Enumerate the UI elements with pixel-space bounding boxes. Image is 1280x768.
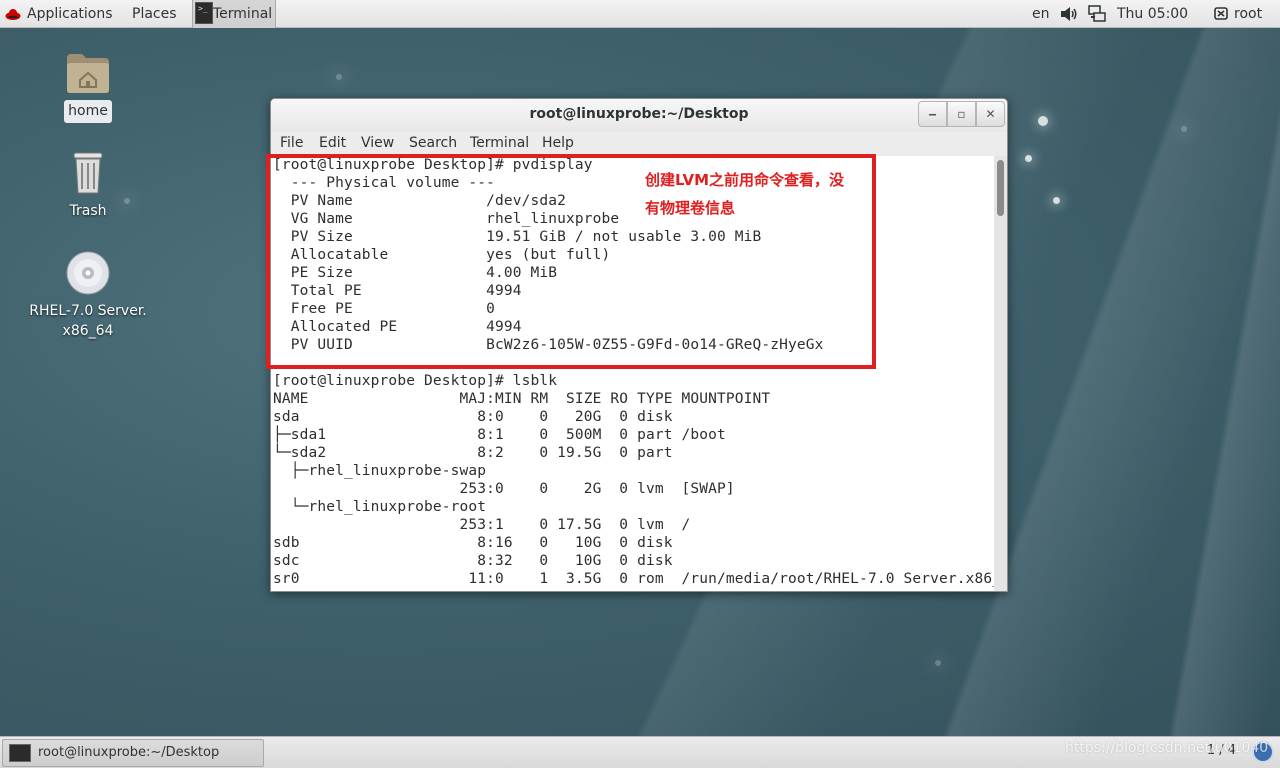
- places-menu[interactable]: Places: [132, 0, 177, 28]
- top-panel: Applications Places Terminal en Thu 05:0…: [0, 0, 1280, 28]
- terminal-line: └─rhel_linuxprobe-root: [273, 499, 487, 515]
- close-button[interactable]: ✕: [976, 101, 1005, 127]
- window-title: root@linuxprobe:~/Desktop: [529, 106, 749, 122]
- user-menu[interactable]: root: [1234, 0, 1262, 28]
- menubar: File Edit View Search Terminal Help: [271, 132, 1007, 156]
- terminal-line: 253:1 0 17.5G 0 lvm /: [273, 517, 691, 533]
- taskbar-label: root@linuxprobe:~/Desktop: [38, 745, 220, 760]
- menu-search[interactable]: Search: [409, 135, 457, 151]
- annotation-line-1: 创建LVM之前用命令查看，没: [645, 171, 845, 189]
- desktop-icon-trash[interactable]: Trash: [58, 150, 118, 223]
- background-glow-dot: [1053, 197, 1060, 204]
- active-app-label: Terminal: [213, 6, 273, 22]
- terminal-line: sda 8:0 0 20G 0 disk: [273, 409, 673, 425]
- desktop-icon-rhel-dvd[interactable]: RHEL-7.0 Server. x86_64: [20, 250, 156, 342]
- desktop-icon-home[interactable]: home: [58, 50, 118, 123]
- network-icon[interactable]: [1088, 5, 1106, 23]
- volume-icon[interactable]: [1060, 6, 1078, 22]
- annotation-line-2: 有物理卷信息: [645, 199, 736, 217]
- background-faint-dot: [935, 660, 941, 666]
- maximize-button[interactable]: ▫: [947, 101, 976, 127]
- menu-help[interactable]: Help: [542, 135, 574, 151]
- terminal-line: └─sda2 8:2 0 19.5G 0 part: [273, 445, 673, 461]
- menu-edit[interactable]: Edit: [319, 135, 346, 151]
- home-folder-icon: [67, 54, 109, 93]
- redhat-logo-icon: [5, 9, 21, 20]
- background-faint-dot: [1181, 126, 1187, 132]
- annotation-note: 创建LVM之前用命令查看，没 有物理卷信息: [645, 166, 865, 222]
- background-faint-dot: [124, 198, 130, 204]
- menu-view[interactable]: View: [361, 135, 394, 151]
- clock[interactable]: Thu 05:00: [1117, 0, 1188, 28]
- terminal-scrollbar[interactable]: [994, 156, 1007, 591]
- terminal-icon: [9, 744, 31, 762]
- terminal-line: 253:0 0 2G 0 lvm [SWAP]: [273, 481, 735, 497]
- background-glow-dot: [1025, 155, 1032, 162]
- terminal-line: sdc 8:32 0 10G 0 disk: [273, 553, 673, 569]
- terminal-line: NAME MAJ:MIN RM SIZE RO TYPE MOUNTPOINT: [273, 391, 771, 407]
- user-power-icon[interactable]: [1214, 7, 1228, 20]
- trash-icon: [73, 152, 103, 194]
- rhel-dvd-label: RHEL-7.0 Server. x86_64: [25, 300, 151, 342]
- watermark-text: https://blog.csdn.net/u01040: [1065, 740, 1269, 756]
- rhel-dvd-label-line2: x86_64: [62, 323, 114, 339]
- dvd-disc-icon: [66, 251, 110, 295]
- trash-label: Trash: [69, 203, 107, 219]
- terminal-line: [root@linuxprobe Desktop]# lsblk: [273, 373, 558, 389]
- window-controls: ‒ ▫ ✕: [918, 101, 1005, 127]
- rhel-dvd-label-line1: RHEL-7.0 Server.: [29, 303, 147, 319]
- terminal-line: sdb 8:16 0 10G 0 disk: [273, 535, 673, 551]
- menu-file[interactable]: File: [280, 135, 303, 151]
- active-app-terminal[interactable]: Terminal: [192, 0, 276, 28]
- home-label: home: [64, 100, 112, 123]
- terminal-line: ├─rhel_linuxprobe-swap: [273, 463, 487, 479]
- window-titlebar[interactable]: root@linuxprobe:~/Desktop ‒ ▫ ✕: [271, 99, 1007, 132]
- minimize-button[interactable]: ‒: [918, 101, 947, 127]
- taskbar-terminal-window[interactable]: root@linuxprobe:~/Desktop: [2, 739, 264, 767]
- applications-menu[interactable]: Applications: [27, 0, 113, 28]
- terminal-line: ├─sda1 8:1 0 500M 0 part /boot: [273, 427, 726, 443]
- background-glow-dot: [1038, 116, 1048, 126]
- background-faint-dot: [336, 74, 342, 80]
- terminal-line: sr0 11:0 1 3.5G 0 rom /run/media/root/RH…: [273, 571, 995, 587]
- input-language-indicator[interactable]: en: [1032, 0, 1050, 28]
- terminal-icon: [195, 2, 213, 24]
- menu-terminal[interactable]: Terminal: [470, 135, 529, 151]
- scrollbar-thumb[interactable]: [997, 160, 1004, 216]
